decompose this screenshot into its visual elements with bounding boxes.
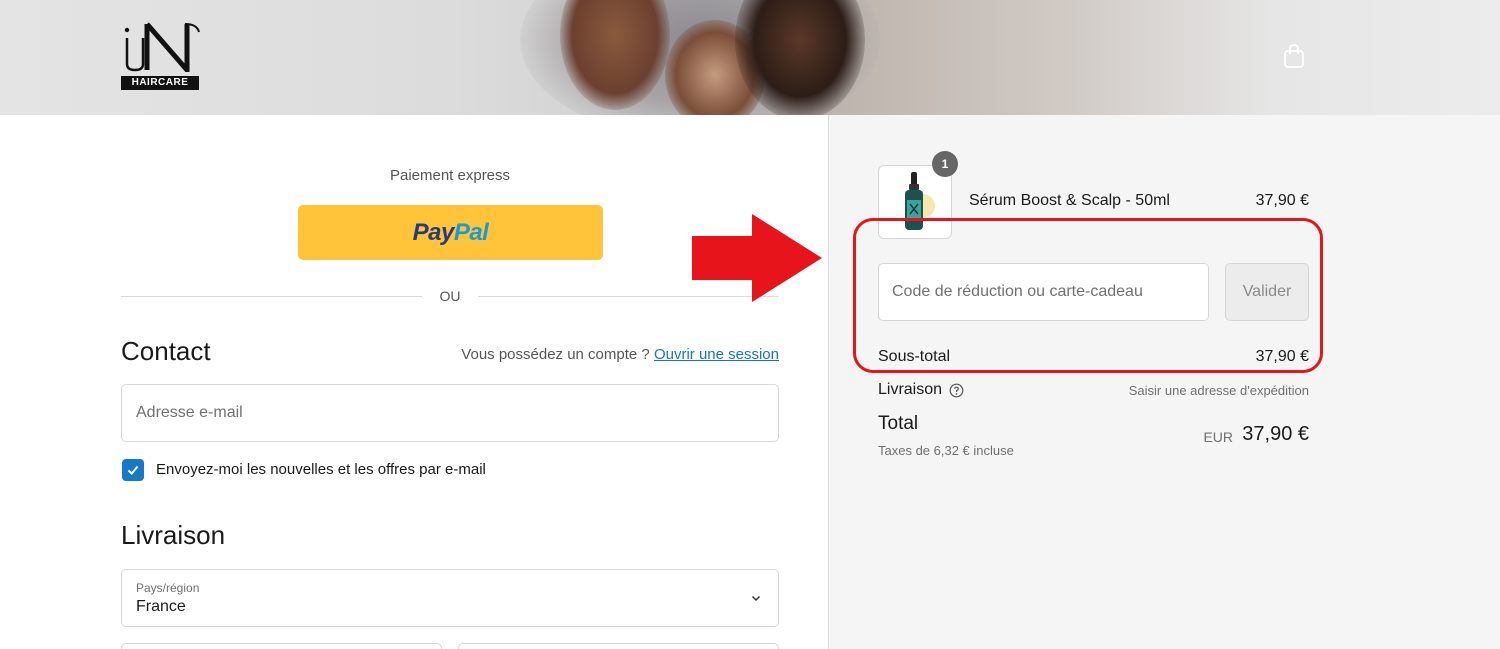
shipping-value: Saisir une adresse d'expédition — [1128, 383, 1309, 398]
checkmark-icon — [127, 465, 139, 475]
contact-heading: Contact — [121, 336, 211, 366]
product-price: 37,90 € — [1255, 192, 1309, 209]
shopping-bag-icon[interactable] — [1283, 43, 1305, 69]
total-value: 37,90 € — [1242, 423, 1309, 445]
logo-wordmark: HAIRCARE — [121, 76, 199, 90]
logo-mark-icon — [124, 22, 200, 72]
or-divider-label: OU — [422, 288, 478, 306]
quantity-badge: 1 — [932, 151, 958, 177]
newsletter-label: Envoyez-moi les nouvelles et les offres … — [156, 461, 486, 478]
help-circle-icon[interactable] — [949, 383, 964, 398]
shipping-label: Livraison — [878, 381, 943, 398]
chevron-down-icon — [751, 595, 761, 602]
express-checkout-title: Paiement express — [389, 167, 511, 184]
newsletter-checkbox[interactable] — [122, 459, 144, 481]
product-name: Sérum Boost & Scalp - 50ml — [969, 192, 1170, 209]
brand-logo[interactable]: HAIRCARE — [121, 20, 201, 92]
last-name-field[interactable] — [458, 643, 779, 649]
country-select-value: France — [136, 598, 186, 615]
country-select[interactable]: Pays/région France — [121, 569, 779, 627]
annotation-highlight-box — [853, 218, 1323, 373]
paypal-logo-pal: Pal — [453, 218, 489, 246]
total-label: Total — [878, 413, 919, 434]
annotation-arrow-icon — [692, 214, 822, 302]
login-link[interactable]: Ouvrir une session — [654, 346, 779, 363]
checkout-page: HAIRCARE Paiement express PayPal OU Cont… — [0, 0, 1500, 649]
paypal-button[interactable]: PayPal — [298, 205, 603, 260]
delivery-heading: Livraison — [121, 520, 226, 550]
first-name-field[interactable] — [121, 643, 442, 649]
paypal-logo: PayPal — [413, 219, 489, 247]
account-prompt: Vous possédez un compte ? Ouvrir une ses… — [461, 346, 779, 363]
account-prompt-text: Vous possédez un compte ? — [461, 346, 650, 363]
country-select-caption: Pays/région — [136, 581, 200, 595]
paypal-logo-pay: Pay — [412, 218, 455, 246]
total-currency: EUR — [1203, 429, 1233, 445]
tax-note: Taxes de 6,32 € incluse — [878, 443, 1014, 458]
email-field[interactable] — [121, 384, 779, 442]
header-banner: HAIRCARE — [0, 0, 1500, 115]
